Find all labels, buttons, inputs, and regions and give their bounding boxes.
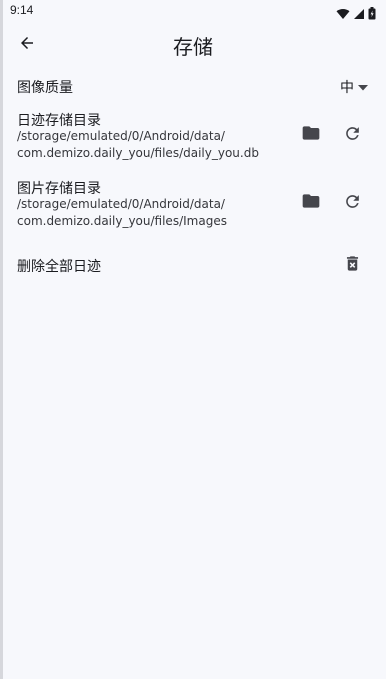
refresh-icon — [343, 124, 362, 147]
page-title: 存储 — [173, 35, 213, 59]
status-icons — [336, 5, 376, 24]
status-time: 9:14 — [10, 3, 34, 17]
image-storage-row: 图片存储目录 /storage/emulated/0/Android/data/… — [0, 176, 386, 232]
wifi-icon — [336, 5, 350, 24]
status-bar: 9:14 — [0, 0, 386, 24]
diary-storage-label: 日迹存储目录 — [17, 113, 101, 129]
image-quality-dropdown[interactable]: 中 — [340, 77, 368, 97]
diary-folder-button[interactable] — [299, 123, 323, 147]
image-storage-label: 图片存储目录 — [17, 181, 101, 197]
image-storage-path: /storage/emulated/0/Android/data/ com.de… — [17, 197, 227, 228]
delete-forever-icon — [343, 254, 362, 277]
window-left-edge — [0, 0, 3, 679]
image-folder-button[interactable] — [299, 191, 323, 215]
delete-all-label: 删除全部日迹 — [17, 259, 101, 275]
folder-icon — [301, 123, 321, 147]
signal-icon — [353, 5, 365, 24]
delete-all-row[interactable]: 删除全部日迹 — [0, 250, 386, 280]
folder-icon — [301, 191, 321, 215]
refresh-icon — [343, 192, 362, 215]
app-bar: 存储 — [0, 24, 386, 66]
diary-storage-path: /storage/emulated/0/Android/data/ com.de… — [17, 129, 259, 160]
image-quality-row[interactable]: 图像质量 中 — [0, 72, 386, 100]
arrow-drop-down-icon — [358, 79, 368, 95]
battery-icon — [368, 5, 376, 24]
image-quality-label: 图像质量 — [17, 80, 73, 96]
diary-reset-button[interactable] — [340, 123, 364, 147]
delete-all-button[interactable] — [340, 253, 364, 277]
image-quality-value: 中 — [340, 80, 354, 96]
diary-storage-row: 日迹存储目录 /storage/emulated/0/Android/data/… — [0, 108, 386, 164]
image-reset-button[interactable] — [340, 191, 364, 215]
